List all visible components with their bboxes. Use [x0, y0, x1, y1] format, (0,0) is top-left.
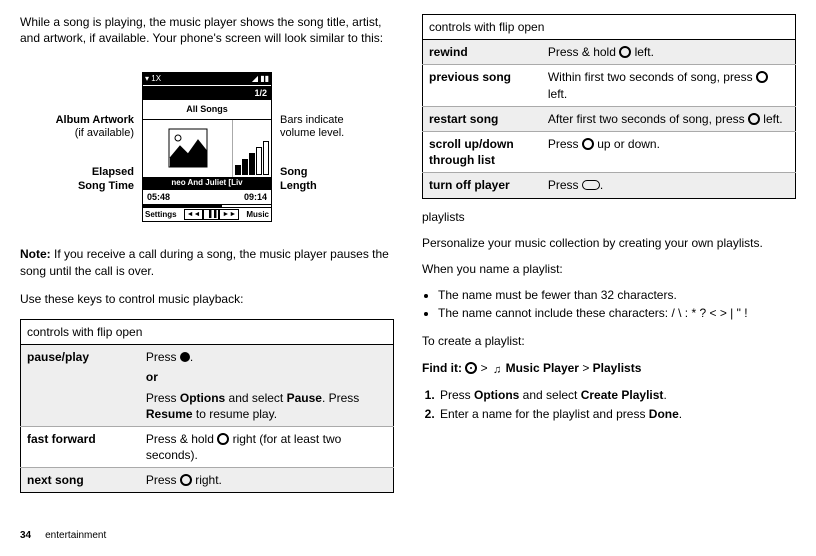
end-key-icon: [582, 180, 600, 190]
table-row: restart song After first two seconds of …: [423, 106, 796, 131]
note-text: Note: If you receive a call during a son…: [20, 246, 394, 278]
naming-rules-list: The name must be fewer than 32 character…: [422, 287, 796, 323]
controls-table-left: controls with flip open pause/play Press…: [20, 319, 394, 494]
left-column: While a song is playing, the music playe…: [20, 14, 394, 542]
nav-key-icon: [217, 433, 229, 445]
playlists-intro: Personalize your music collection by cre…: [422, 235, 796, 251]
callout-album-artwork: Album Artwork (if available): [56, 114, 134, 140]
menu-key-icon: [465, 362, 477, 374]
table-row: previous song Within first two seconds o…: [423, 65, 796, 106]
nav-key-icon: [180, 474, 192, 486]
nav-key-icon: [748, 113, 760, 125]
table-row: rewind Press & hold left.: [423, 40, 796, 65]
music-icon: ♫: [493, 363, 501, 378]
phone-songname: neo And Juliet [Liv: [143, 177, 271, 190]
phone-softkeys: Settings ◄◄▐▐►► Music: [143, 208, 271, 221]
page-footer: 34entertainment: [20, 529, 106, 543]
phone-statusbar: ▾ 1X ◢ ▮▮: [143, 73, 271, 85]
list-item: The name must be fewer than 32 character…: [438, 287, 796, 303]
controls-table-right: controls with flip open rewind Press & h…: [422, 14, 796, 199]
table-row: next song Press right.: [21, 468, 394, 493]
phone-times: 05:48 09:14: [143, 189, 271, 204]
nav-key-icon: [619, 46, 631, 58]
right-column: controls with flip open rewind Press & h…: [422, 14, 796, 542]
callout-songlength: Song Length: [280, 166, 317, 192]
use-keys-text: Use these keys to control music playback…: [20, 291, 394, 307]
list-item: Press Options and select Create Playlist…: [438, 387, 796, 403]
phone-counter: 1/2: [143, 85, 271, 100]
nav-key-icon: [582, 138, 594, 150]
center-key-icon: [180, 352, 190, 362]
phone-mock: ▾ 1X ◢ ▮▮ 1/2 All Songs: [142, 72, 272, 222]
callout-elapsed: Elapsed Song Time: [78, 166, 134, 192]
to-create: To create a playlist:: [422, 333, 796, 349]
list-item: Enter a name for the playlist and press …: [438, 406, 796, 422]
table-row: fast forward Press & hold right (for at …: [21, 426, 394, 467]
steps-list: Press Options and select Create Playlist…: [422, 387, 796, 423]
phone-diagram: Album Artwork (if available) Elapsed Son…: [20, 62, 394, 232]
intro-text: While a song is playing, the music playe…: [20, 14, 394, 46]
playlists-heading: playlists: [422, 209, 796, 225]
album-art-placeholder: [143, 120, 233, 177]
phone-allsongs: All Songs: [143, 100, 271, 118]
table-header-left: controls with flip open: [21, 319, 394, 344]
callout-bars: Bars indicate volume level.: [280, 114, 344, 140]
find-it-path: Find it: > ♫ Music Player > Playlists: [422, 360, 796, 378]
table-row: scroll up/down through list Press up or …: [423, 131, 796, 172]
nav-key-icon: [756, 71, 768, 83]
when-name: When you name a playlist:: [422, 261, 796, 277]
list-item: The name cannot include these characters…: [438, 305, 796, 321]
phone-progress: [143, 204, 271, 208]
table-row: pause/play Press . or Press Options and …: [21, 345, 394, 427]
table-header-right: controls with flip open: [423, 15, 796, 40]
table-row: turn off player Press .: [423, 173, 796, 198]
volume-bars: [233, 137, 271, 177]
